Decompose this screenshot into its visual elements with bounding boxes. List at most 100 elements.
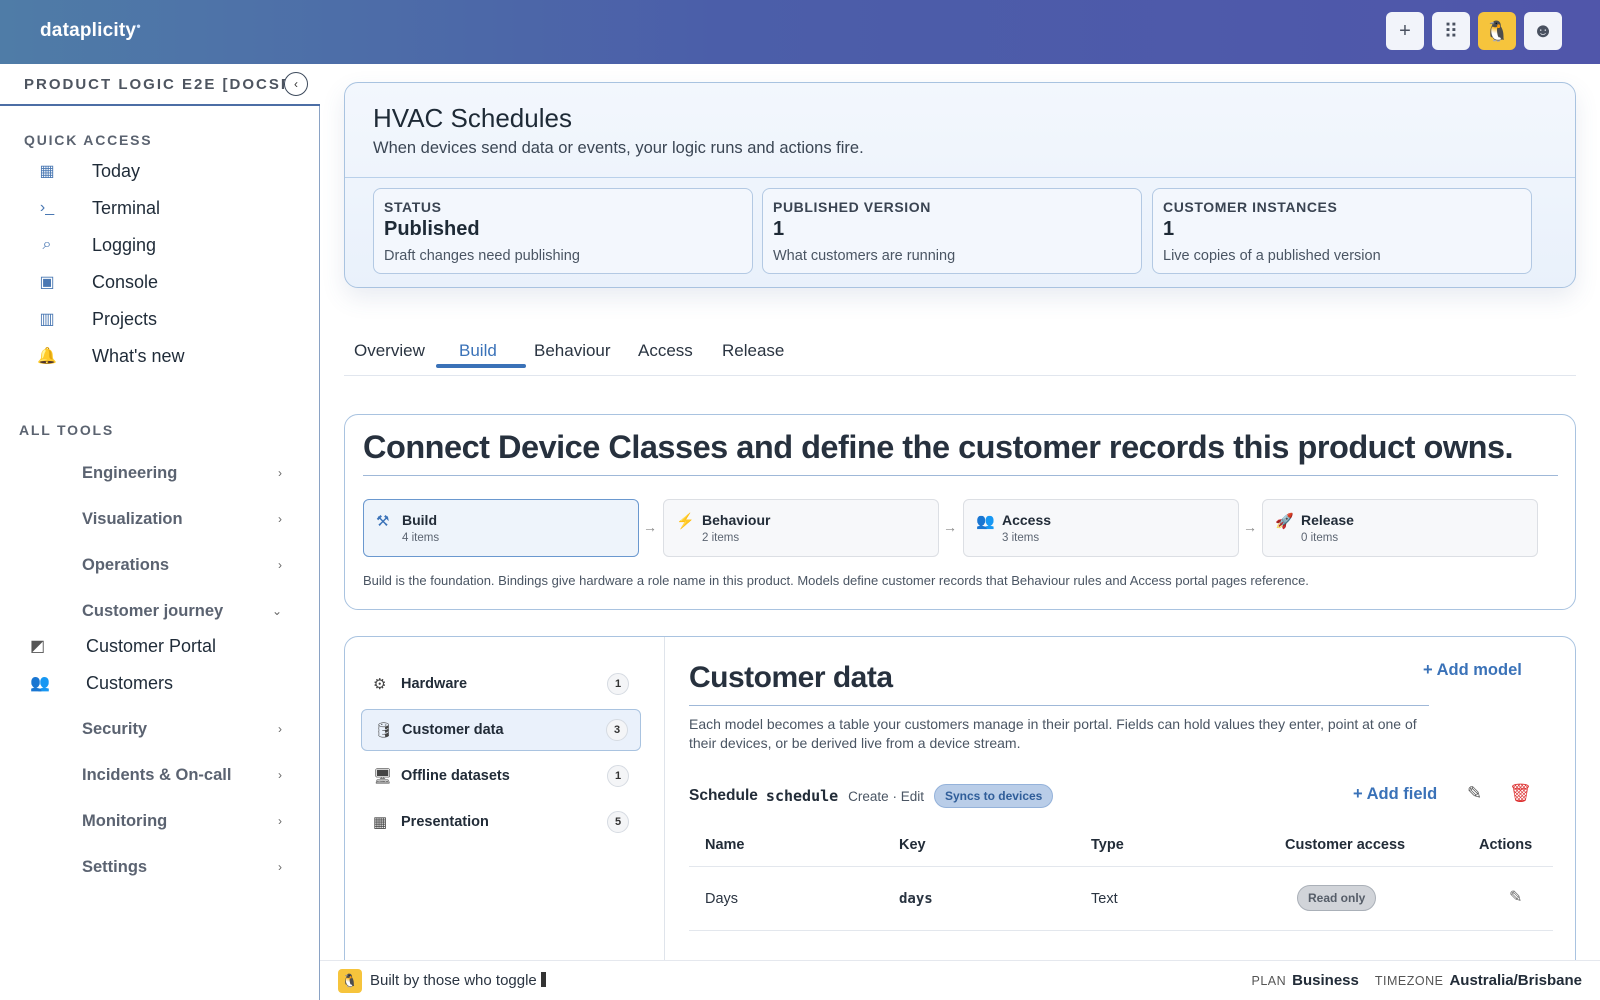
- group-label: Visualization: [82, 509, 183, 528]
- count-badge: 1: [607, 765, 629, 787]
- column-header-type: Type: [1091, 837, 1124, 853]
- step-build[interactable]: ⚒ Build 4 items: [363, 499, 639, 557]
- sidebar-item-console[interactable]: ▣ Console: [36, 267, 158, 297]
- group-label: Customer journey: [82, 601, 224, 620]
- sidebar-item-label: Customers: [86, 672, 174, 693]
- sidebar-item-customer-portal[interactable]: ◩ Customer Portal: [30, 631, 216, 661]
- nav-item-offline-datasets[interactable]: 🖥 Offline datasets 1: [361, 755, 641, 797]
- step-count: 2 items: [702, 532, 740, 544]
- sidebar-item-label: Today: [92, 160, 141, 181]
- add-field-button[interactable]: + Add field: [1353, 785, 1437, 804]
- build-detail-card: ⚙ Hardware 1 🛢 Customer data 3 🖥 Offline…: [344, 636, 1576, 976]
- edit-field-icon[interactable]: ✎: [1509, 887, 1522, 907]
- tab-release[interactable]: Release: [722, 334, 784, 368]
- chevron-right-icon: ›: [278, 814, 282, 828]
- sidebar-group-security[interactable]: Security ›: [82, 715, 282, 743]
- step-behaviour[interactable]: ⚡ Behaviour 2 items: [663, 499, 939, 557]
- add-model-button[interactable]: + Add model: [1423, 661, 1522, 680]
- chevron-right-icon: ›: [278, 860, 282, 874]
- stat-key: STATUS: [384, 199, 442, 215]
- table-row: Days days Text Read only ✎: [689, 867, 1553, 931]
- sidebar-item-customers[interactable]: 👥 Customers: [30, 668, 173, 698]
- step-name: Access: [1002, 512, 1052, 528]
- avatar[interactable]: 🐧: [1478, 12, 1516, 50]
- chevron-right-icon: ›: [278, 512, 282, 526]
- sidebar: PRODUCT LOGIC E2E [DOCSFIN ‹ QUICK ACCES…: [0, 64, 320, 1000]
- tab-access[interactable]: Access: [638, 334, 693, 368]
- all-tools-heading: ALL TOOLS: [19, 422, 115, 438]
- stat-value: 1: [773, 218, 785, 240]
- edit-model-icon[interactable]: ✎: [1467, 783, 1482, 804]
- tab-build[interactable]: Build: [459, 334, 497, 368]
- model-name: Schedule: [689, 787, 758, 804]
- sidebar-group-operations[interactable]: Operations ›: [82, 551, 282, 579]
- product-header-card: HVAC Schedules When devices send data or…: [344, 82, 1576, 288]
- chevron-right-icon: ›: [278, 558, 282, 572]
- account-button[interactable]: ☻: [1524, 12, 1562, 50]
- nav-item-presentation[interactable]: ▦ Presentation 5: [361, 801, 641, 843]
- sidebar-item-label: What's new: [92, 345, 185, 366]
- group-label: Settings: [82, 857, 148, 876]
- console-icon: ▣: [39, 274, 55, 291]
- collapse-sidebar-button[interactable]: ‹: [284, 72, 308, 96]
- section-title: Customer data: [689, 661, 893, 694]
- nav-item-label: Offline datasets: [401, 768, 510, 784]
- sidebar-item-projects[interactable]: ▥ Projects: [36, 304, 157, 334]
- column-header-key: Key: [899, 837, 926, 853]
- project-selector[interactable]: PRODUCT LOGIC E2E [DOCSFIN ‹: [0, 64, 320, 106]
- nav-item-customer-data[interactable]: 🛢 Customer data 3: [361, 709, 641, 751]
- stat-description: Live copies of a published version: [1163, 248, 1381, 264]
- nav-item-hardware[interactable]: ⚙ Hardware 1: [361, 663, 641, 705]
- group-label: Monitoring: [82, 811, 168, 830]
- step-name: Release: [1301, 512, 1354, 528]
- stat-value: Published: [384, 218, 480, 240]
- page-title: HVAC Schedules: [373, 103, 572, 133]
- account-icon: ☻: [1532, 19, 1554, 42]
- step-release[interactable]: 🚀 Release 0 items: [1262, 499, 1538, 557]
- divider: [363, 475, 1558, 476]
- chip-icon: ⚙: [373, 676, 387, 693]
- users-icon: 👥: [30, 675, 50, 692]
- column-header-name: Name: [705, 837, 745, 853]
- delete-model-icon[interactable]: 🗑: [1509, 783, 1532, 804]
- app-logo[interactable]: dataplicity●: [40, 20, 141, 42]
- sidebar-item-terminal[interactable]: ›_ Terminal: [36, 193, 160, 223]
- sidebar-group-monitoring[interactable]: Monitoring ›: [82, 807, 282, 835]
- sidebar-item-logging[interactable]: ⌕ Logging: [36, 230, 157, 260]
- flow-note: Build is the foundation. Bindings give h…: [363, 573, 1309, 588]
- tab-overview[interactable]: Overview: [354, 334, 425, 368]
- sidebar-item-label: Projects: [92, 308, 158, 329]
- step-access[interactable]: 👥 Access 3 items: [963, 499, 1239, 557]
- sidebar-group-settings[interactable]: Settings ›: [82, 853, 282, 881]
- chevron-down-icon: ⌄: [271, 604, 282, 618]
- tab-behaviour[interactable]: Behaviour: [534, 334, 611, 368]
- project-name: PRODUCT LOGIC E2E [DOCSFIN: [24, 76, 286, 93]
- stat-description: Draft changes need publishing: [384, 248, 580, 264]
- sidebar-item-today[interactable]: ▦ Today: [36, 156, 140, 186]
- field-type: Text: [1091, 891, 1118, 907]
- main-content: HVAC Schedules When devices send data or…: [320, 64, 1600, 976]
- step-name: Build: [402, 512, 437, 528]
- sidebar-item-label: Logging: [92, 234, 157, 255]
- add-button[interactable]: +: [1386, 12, 1424, 50]
- top-bar: dataplicity● + ⠿ 🐧 ☻: [0, 0, 1600, 64]
- sidebar-group-incidents[interactable]: Incidents & On-call ›: [82, 761, 282, 789]
- sidebar-group-visualization[interactable]: Visualization ›: [82, 505, 282, 533]
- column-header-actions: Actions: [1479, 837, 1533, 853]
- stat-card-customer-instances: CUSTOMER INSTANCES 1 Live copies of a pu…: [1152, 188, 1532, 274]
- column-header-customer-access: Customer access: [1285, 837, 1406, 853]
- database-icon: 🛢: [374, 722, 394, 739]
- sidebar-item-whats-new[interactable]: 🔔 What's new: [36, 341, 184, 371]
- footer-tagline: Built by those who toggle: [370, 972, 546, 989]
- bolt-icon: ⚡: [676, 513, 695, 530]
- sidebar-group-engineering[interactable]: Engineering ›: [82, 459, 282, 487]
- model-permissions: Create · Edit: [848, 788, 924, 804]
- arrow-right-icon: →: [643, 519, 657, 535]
- sync-badge: Syncs to devices: [933, 784, 1054, 808]
- sidebar-group-customer-journey[interactable]: Customer journey ⌄: [82, 597, 282, 625]
- nav-item-label: Presentation: [401, 814, 489, 830]
- stat-card-status: STATUS Published Draft changes need publ…: [373, 188, 753, 274]
- fields-table: Name Key Type Customer access Actions Da…: [689, 823, 1553, 975]
- apps-button[interactable]: ⠿: [1432, 12, 1470, 50]
- users-icon: 👥: [976, 513, 995, 530]
